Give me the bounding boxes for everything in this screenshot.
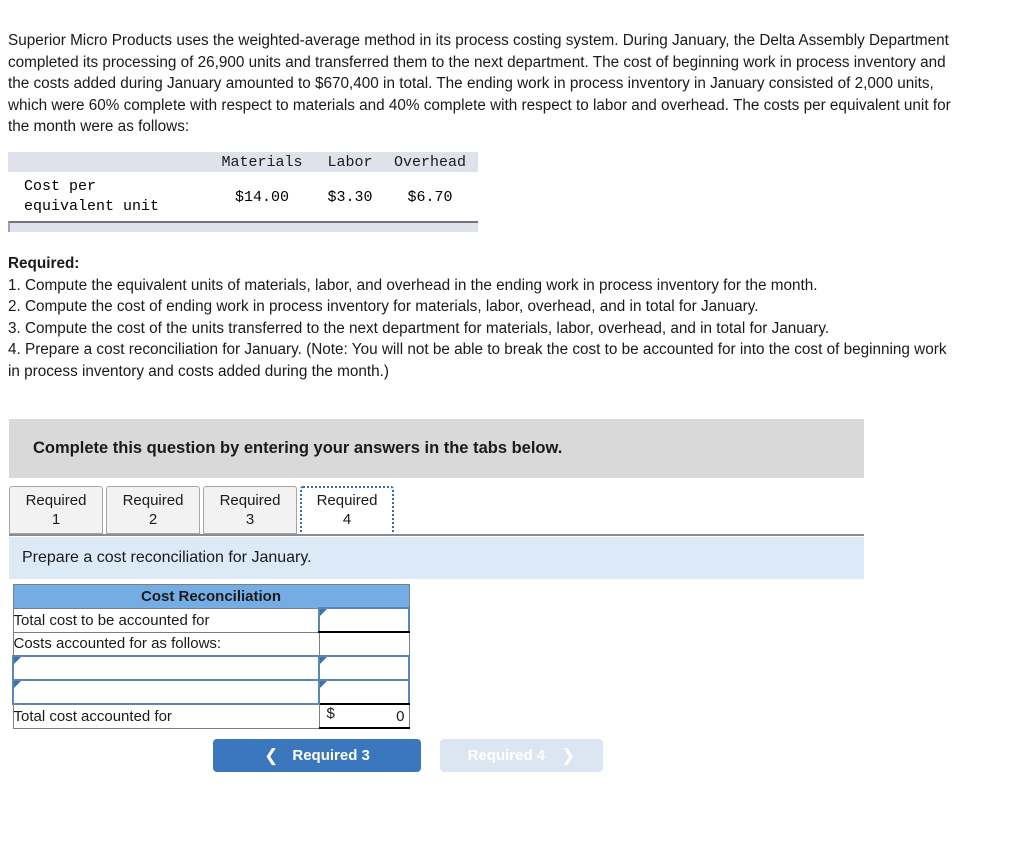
problem-statement: Superior Micro Products uses the weighte… xyxy=(8,30,956,138)
sub-instruction-bar: Prepare a cost reconciliation for Januar… xyxy=(9,537,864,579)
row-label-total-cost-to-be-accounted-for: Total cost to be accounted for xyxy=(12,607,320,633)
value-total-cost-accounted-for: $ 0 xyxy=(318,703,410,729)
cell-blank-costs-accounted-for xyxy=(318,631,410,657)
input-cost-component-amount-2[interactable] xyxy=(318,679,410,705)
table-row xyxy=(12,655,410,681)
question-banner-text: Complete this question by entering your … xyxy=(33,439,563,457)
tab-required-4[interactable]: Required 4 xyxy=(300,486,394,534)
problem-paragraph: Superior Micro Products uses the weighte… xyxy=(8,32,951,135)
cost-value-overhead: $6.70 xyxy=(407,188,453,206)
input-total-cost-to-be-accounted-for[interactable] xyxy=(318,607,410,633)
cost-value-materials: $14.00 xyxy=(234,188,289,206)
table-row xyxy=(12,679,410,705)
required-item-1: 1. Compute the equivalent units of mater… xyxy=(8,276,818,294)
column-header-labor: Labor xyxy=(327,153,373,171)
currency-symbol: $ xyxy=(326,705,335,722)
required-section: Required: 1. Compute the equivalent unit… xyxy=(8,253,956,382)
cost-reconciliation-title: Cost Reconciliation xyxy=(12,584,410,609)
required-item-3: 3. Compute the cost of the units transfe… xyxy=(8,319,830,337)
column-header-materials: Materials xyxy=(221,153,303,171)
previous-button-label: Required 3 xyxy=(292,747,370,764)
chevron-left-icon: ❮ xyxy=(264,746,279,765)
row-label-costs-accounted-for-as-follows: Costs accounted for as follows: xyxy=(12,631,320,657)
next-button-label: Required 4 xyxy=(467,747,546,764)
tab-required-1[interactable]: Required 1 xyxy=(9,486,103,534)
input-cost-component-label-2[interactable] xyxy=(12,679,320,705)
row-label-cost-per-equivalent-unit: Cost per equivalent unit xyxy=(24,178,160,215)
table-row-total: Total cost accounted for $ 0 xyxy=(12,703,410,729)
table-row-header: Cost Reconciliation xyxy=(12,584,410,609)
cost-table-footer-bar xyxy=(8,221,478,232)
chevron-right-icon: ❯ xyxy=(561,746,576,765)
column-header-overhead: Overhead xyxy=(393,153,466,171)
tab-required-2[interactable]: Required 2 xyxy=(106,486,200,534)
question-banner: Complete this question by entering your … xyxy=(9,419,864,478)
required-item-4: 4. Prepare a cost reconciliation for Jan… xyxy=(8,341,947,380)
table-row: Total cost to be accounted for xyxy=(12,607,410,633)
row-label-total-cost-accounted-for: Total cost accounted for xyxy=(12,703,320,729)
next-required-4-button[interactable]: Required 4 ❯ xyxy=(440,739,603,772)
previous-required-3-button[interactable]: ❮ Required 3 xyxy=(213,739,421,772)
input-cost-component-label-1[interactable] xyxy=(12,655,320,681)
tab-strip: Required 1 Required 2 Required 3 Require… xyxy=(9,486,864,536)
cost-table-data-row: Cost per equivalent unit $14.00 $3.30 $6… xyxy=(8,172,478,218)
cost-reconciliation-table: Cost Reconciliation Total cost to be acc… xyxy=(12,584,410,729)
input-cost-component-amount-1[interactable] xyxy=(318,655,410,681)
sub-instruction-text: Prepare a cost reconciliation for Januar… xyxy=(22,549,312,566)
cost-per-equivalent-unit-table: Materials Labor Overhead Cost per equiva… xyxy=(8,152,478,232)
cost-value-labor: $3.30 xyxy=(327,188,373,206)
cost-table-header-row: Materials Labor Overhead xyxy=(8,152,478,172)
table-row: Costs accounted for as follows: xyxy=(12,631,410,657)
required-heading: Required: xyxy=(8,255,80,272)
required-item-2: 2. Compute the cost of ending work in pr… xyxy=(8,298,759,315)
tab-required-3[interactable]: Required 3 xyxy=(203,486,297,534)
